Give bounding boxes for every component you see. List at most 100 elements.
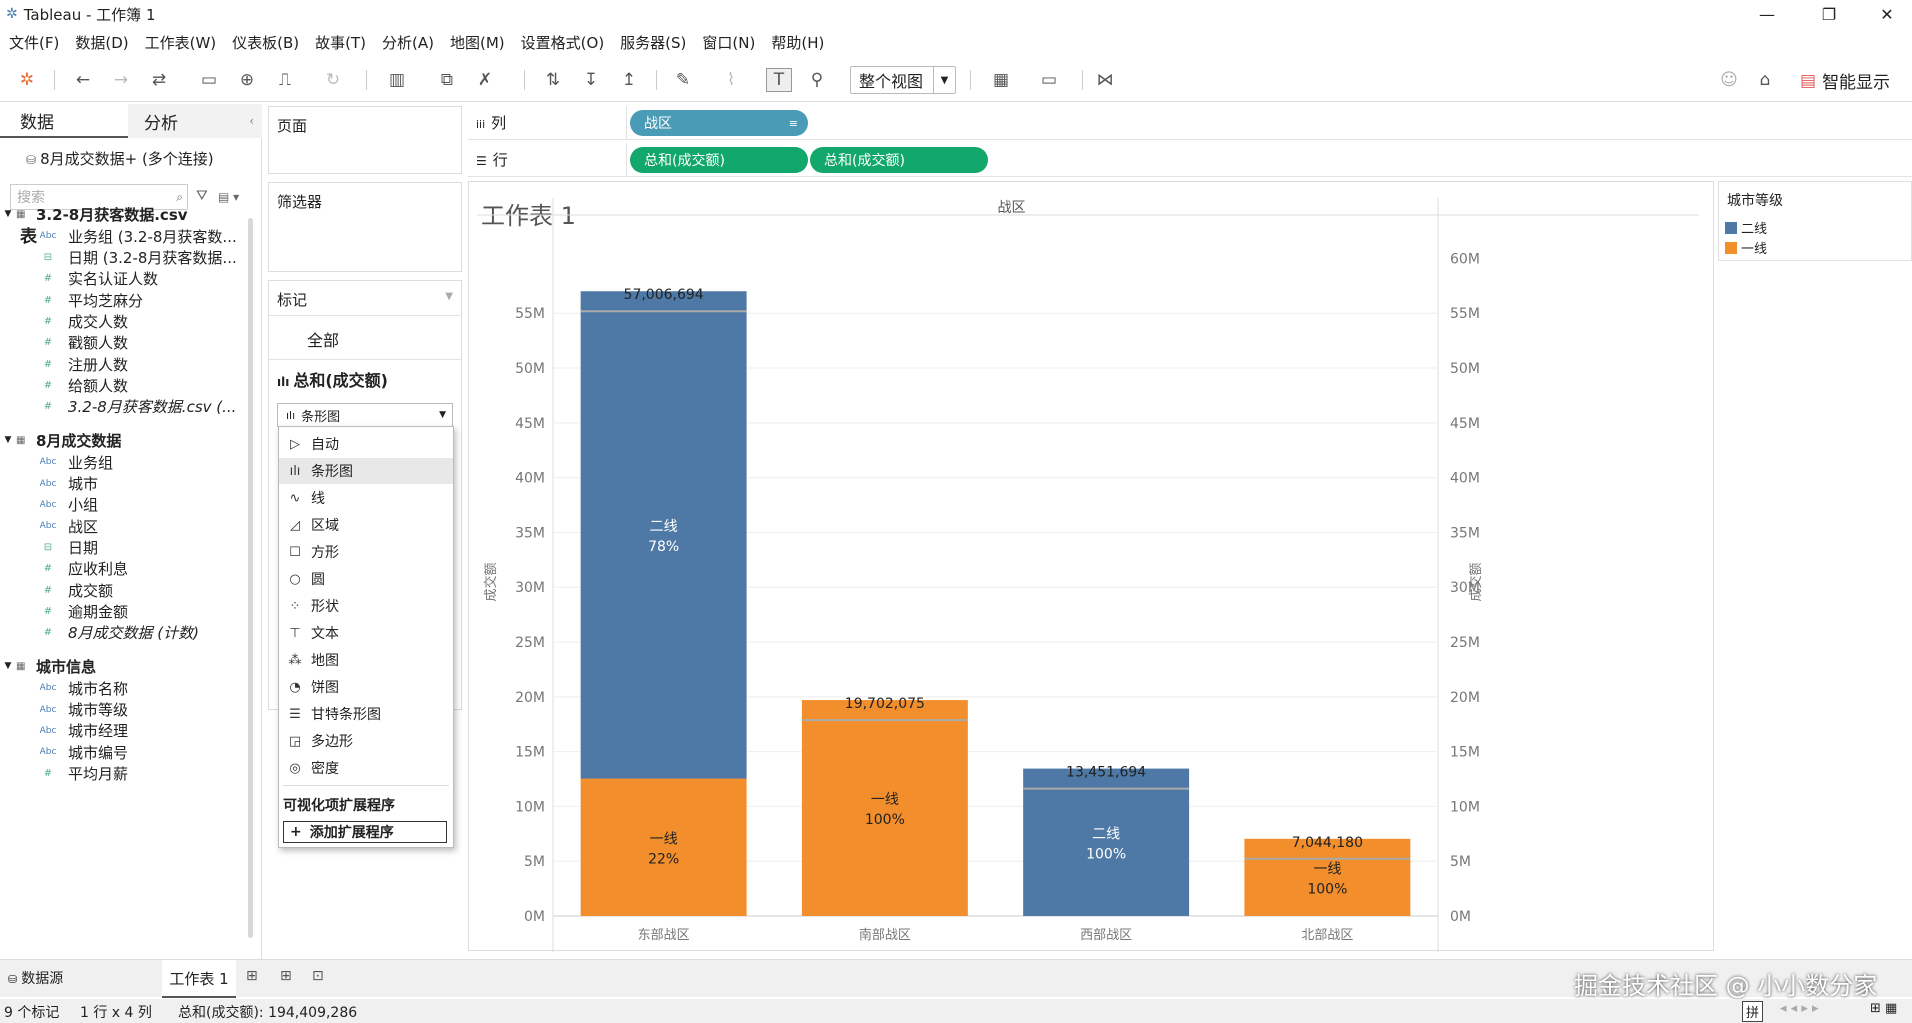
bot-icon[interactable]: ☺ [1716,68,1742,92]
save-icon[interactable]: ▭ [196,68,222,92]
mark-type-option[interactable]: ☰ 甘特条形图 [279,701,453,727]
field-item[interactable]: # 实名认证人数 [0,268,240,290]
collapse-icon[interactable]: ‹ [249,114,254,128]
undo-icon[interactable]: ← [70,68,96,92]
mark-type-option[interactable]: ◿ 区域 [279,512,453,538]
tab-datasource[interactable]: ⛁ 数据源 [8,968,63,988]
table-group[interactable]: ▼ ▦ 城市信息 [0,655,96,677]
field-item[interactable]: Abc 城市编号 [0,741,240,763]
field-item[interactable]: # 成交人数 [0,311,240,333]
tableau-home-icon[interactable]: ✲ [14,68,40,92]
chevron-down-icon[interactable]: ▼ [445,291,453,302]
field-item[interactable]: ⊟ 日期 (3.2-8月获客数据... [0,247,240,269]
table-group[interactable]: ▼ ▦ 3.2-8月获客数据.csv [0,203,188,225]
mark-type-option[interactable]: ⁂ 地图 [279,647,453,673]
marks-measure-tab[interactable]: ılı 总和(成交额) [277,367,388,391]
menu-item[interactable]: 地图(M) [450,32,505,53]
field-item[interactable]: # 成交额 [0,579,240,601]
new-worksheet-icon[interactable]: ▥ [384,68,410,92]
column-pill[interactable]: 战区 ≡ [630,110,808,136]
view-list-icon[interactable]: ▤ ▾ [218,190,239,204]
show-cards-icon[interactable]: ▦ [988,68,1014,92]
menu-item[interactable]: 窗口(N) [702,32,755,53]
sort-desc-icon[interactable]: ↥ [616,68,642,92]
field-item[interactable]: # 戳额人数 [0,332,240,354]
mark-type-option[interactable]: ◔ 饼图 [279,674,453,700]
pin-icon[interactable]: ⚲ [804,68,830,92]
field-item[interactable]: Abc 城市 [0,473,240,495]
columns-shelf[interactable]: iii 列 战区 ≡ [468,106,1912,140]
field-item[interactable]: Abc 小组 [0,494,240,516]
menu-item[interactable]: 分析(A) [382,32,434,53]
group-icon[interactable]: ⌇ [718,68,744,92]
row-pill-1[interactable]: 总和(成交额) [630,147,808,173]
ime-icon[interactable]: 拼 [1742,1001,1764,1022]
mark-type-option[interactable]: ◎ 密度 [279,755,453,781]
menu-item[interactable]: 设置格式(O) [521,32,605,53]
new-datasource-icon[interactable]: ⊕ [234,68,260,92]
menu-item[interactable]: 文件(F) [9,32,59,53]
tab-data[interactable]: 数据 [0,104,128,138]
field-item[interactable]: Abc 城市名称 [0,677,240,699]
swap-rows-cols-icon[interactable]: ⇅ [540,68,566,92]
field-item[interactable]: Abc 城市经理 [0,720,240,742]
new-story-icon[interactable]: ⊡ [312,968,324,984]
field-item[interactable]: # 应收利息 [0,558,240,580]
field-item[interactable]: #3.2-8月获客数据.csv (... [0,396,240,418]
field-item[interactable]: Abc 战区 [0,515,240,537]
field-item[interactable]: Abc 业务组 [0,451,240,473]
tab-sheet1[interactable]: 工作表 1 [162,960,236,998]
menu-item[interactable]: 仪表板(B) [232,32,299,53]
mark-type-option[interactable]: ∿ 线 [279,485,453,511]
clear-sheet-icon[interactable]: ✗ [472,68,498,92]
mark-type-option[interactable]: ⊤ 文本 [279,620,453,646]
field-item[interactable]: # 平均月薪 [0,763,240,785]
field-item[interactable]: # 给额人数 [0,374,240,396]
refresh-icon[interactable]: ↻ [320,68,346,92]
tab-analysis[interactable]: 分析 ‹ [128,104,262,138]
sort-asc-icon[interactable]: ↧ [578,68,604,92]
new-dashboard-icon[interactable]: ⊞ [280,968,292,984]
grid-icon[interactable]: ⊞ ▦ [1870,1001,1897,1016]
menu-item[interactable]: 故事(T) [315,32,366,53]
pause-update-icon[interactable]: ⎍ [272,68,298,92]
mark-type-select[interactable]: ılı 条形图 ▼ [277,403,453,427]
presentation-icon[interactable]: ▭ [1036,68,1062,92]
scrollbar[interactable] [248,218,253,938]
field-item[interactable]: Abc 城市等级 [0,699,240,721]
add-extension-button[interactable]: + 添加扩展程序 [283,821,447,843]
mark-type-option[interactable]: ○ 圆 [279,566,453,592]
smart-show-button[interactable]: ▤ 智能显示 [1800,68,1890,94]
paint-icon[interactable]: ⌂ [1752,68,1778,92]
fit-select[interactable]: 整个视图 ▼ [850,66,956,94]
mark-type-option[interactable]: ▷ 自动 [279,431,453,457]
minimize-button[interactable]: — [1742,0,1792,28]
swap-icon[interactable]: ⇄ [146,68,172,92]
close-button[interactable]: ✕ [1862,0,1912,28]
mark-type-option[interactable]: ılı 条形图 [279,458,453,484]
field-item[interactable]: # 平均芝麻分 [0,289,240,311]
field-item[interactable]: # 逾期金额 [0,600,240,622]
menu-item[interactable]: 服务器(S) [620,32,686,53]
field-item[interactable]: #8月成交数据 (计数) [0,622,240,644]
table-group[interactable]: ▼ ▦ 8月成交数据 [0,429,122,451]
mark-type-option[interactable]: ☐ 方形 [279,539,453,565]
redo-icon[interactable]: → [108,68,134,92]
nav-arrows-icon[interactable]: ◂ ◂ ▸ ▸ [1780,1001,1819,1016]
filters-card[interactable]: 筛选器 [268,182,462,272]
duplicate-icon[interactable]: ⧉ [434,68,460,92]
legend-item-tier1[interactable]: 一线 [1725,238,1767,257]
menu-item[interactable]: 帮助(H) [771,32,824,53]
field-item[interactable]: # 注册人数 [0,353,240,375]
menu-item[interactable]: 数据(D) [75,32,128,53]
datasource-name[interactable]: ⛁ 8月成交数据+ (多个连接) [26,148,214,169]
row-pill-2[interactable]: 总和(成交额) [810,147,988,173]
legend-item-tier2[interactable]: 二线 [1725,218,1767,237]
new-worksheet-icon[interactable]: ⊞ [246,968,258,984]
filter-icon[interactable]: ⛛ [196,188,208,204]
field-item[interactable]: ⊟ 日期 [0,537,240,559]
menu-item[interactable]: 工作表(W) [145,32,217,53]
mark-type-option[interactable]: ⁘ 形状 [279,593,453,619]
rows-shelf[interactable]: ☰ 行 总和(成交额) 总和(成交额) [468,143,1912,177]
pages-card[interactable]: 页面 [268,106,462,174]
